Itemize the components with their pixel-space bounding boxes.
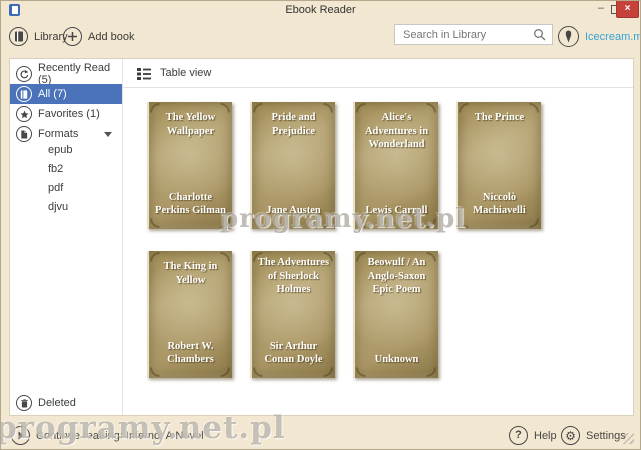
- book-author: Sir Arthur Conan Doyle: [255, 340, 332, 367]
- sidebar-item-label: All (7): [38, 88, 67, 100]
- recent-arrow-icon: [16, 66, 32, 82]
- table-view-label: Table view: [160, 67, 211, 79]
- book-title: The King in Yellow: [152, 260, 229, 287]
- sidebar-format-pdf[interactable]: pdf: [48, 178, 63, 197]
- add-book-button-label: Add book: [88, 31, 134, 43]
- trash-icon: [16, 395, 32, 411]
- table-view-icon: [137, 67, 151, 80]
- close-button[interactable]: ×: [616, 1, 639, 18]
- chevron-down-icon: [104, 132, 112, 137]
- book-author: Niccolò Machiavelli: [461, 191, 538, 218]
- book-cover[interactable]: The Adventures of Sherlock Holmes Sir Ar…: [250, 251, 335, 378]
- book-title: The Adventures of Sherlock Holmes: [255, 256, 332, 297]
- book-author: Unknown: [358, 353, 435, 367]
- book-grid: The Yellow Wallpaper Charlotte Perkins G…: [147, 102, 541, 378]
- add-book-button[interactable]: Add book: [63, 27, 134, 46]
- sidebar-item-all[interactable]: All (7): [10, 84, 122, 104]
- sidebar-item-favorites[interactable]: Favorites (1): [10, 104, 122, 124]
- book-cover[interactable]: The Yellow Wallpaper Charlotte Perkins G…: [147, 102, 232, 229]
- book-author: Charlotte Perkins Gilman: [152, 191, 229, 218]
- book-cover[interactable]: Pride and Prejudice Jane Austen: [250, 102, 335, 229]
- icecream-cone-icon: [558, 26, 579, 47]
- continue-reading-button[interactable]: Continue reading: Inferno: A Novel: [11, 426, 204, 445]
- minimize-button[interactable]: –: [595, 1, 607, 15]
- status-bar: Continue reading: Inferno: A Novel ? Hel…: [1, 417, 640, 450]
- sidebar-item-label: Formats: [38, 128, 78, 140]
- sidebar-item-recently-read[interactable]: Recently Read (5): [10, 64, 122, 84]
- book-cover[interactable]: Alice's Adventures in Wonderland Lewis C…: [353, 102, 438, 229]
- book-author: Jane Austen: [255, 204, 332, 218]
- star-icon: [16, 106, 32, 122]
- sidebar-item-deleted[interactable]: Deleted: [10, 393, 122, 413]
- library-book-icon: [9, 27, 28, 46]
- book-author: Lewis Carroll: [358, 204, 435, 218]
- sidebar-format-djvu[interactable]: djvu: [48, 197, 68, 216]
- search-box: [394, 24, 553, 45]
- title-bar: Ebook Reader – ×: [1, 1, 640, 19]
- icecream-me-link[interactable]: Icecream.me: [558, 26, 641, 47]
- plus-icon: [63, 27, 82, 46]
- book-cover[interactable]: The King in Yellow Robert W. Chambers: [147, 251, 232, 378]
- search-icon[interactable]: [533, 28, 546, 41]
- settings-label: Settings: [586, 430, 626, 442]
- icecream-me-label: Icecream.me: [585, 31, 641, 43]
- book-icon: [16, 86, 32, 102]
- book-title: The Yellow Wallpaper: [152, 111, 229, 138]
- sidebar-item-label: Deleted: [38, 397, 76, 409]
- sidebar-format-fb2[interactable]: fb2: [48, 159, 63, 178]
- book-title: The Prince: [461, 111, 538, 125]
- book-title: Beowulf / An Anglo-Saxon Epic Poem: [358, 256, 435, 297]
- settings-button[interactable]: ⚙ Settings: [561, 426, 626, 445]
- play-icon: [11, 426, 30, 445]
- sidebar: Recently Read (5) All (7) Favorites (1) …: [10, 59, 123, 415]
- help-label: Help: [534, 430, 557, 442]
- question-icon: ?: [509, 426, 528, 445]
- book-author: Robert W. Chambers: [152, 340, 229, 367]
- table-view-toggle[interactable]: Table view: [123, 59, 633, 88]
- book-title: Alice's Adventures in Wonderland: [358, 111, 435, 152]
- file-icon: [16, 126, 32, 142]
- app-window: Ebook Reader – × Library Add book: [0, 0, 641, 450]
- book-cover[interactable]: Beowulf / An Anglo-Saxon Epic Poem Unkno…: [353, 251, 438, 378]
- sidebar-item-label: Recently Read (5): [38, 62, 122, 86]
- sidebar-item-label: Favorites (1): [38, 108, 100, 120]
- window-title: Ebook Reader: [1, 4, 640, 16]
- toolbar: Library Add book Icecream.me: [1, 19, 640, 57]
- resize-grip-icon[interactable]: [623, 433, 634, 444]
- content-panel: Recently Read (5) All (7) Favorites (1) …: [9, 58, 634, 416]
- book-title: Pride and Prejudice: [255, 111, 332, 138]
- search-input[interactable]: [395, 29, 533, 41]
- help-button[interactable]: ? Help: [509, 426, 557, 445]
- sidebar-format-epub[interactable]: epub: [48, 140, 72, 159]
- library-button[interactable]: Library: [9, 27, 68, 46]
- gear-icon: ⚙: [561, 426, 580, 445]
- continue-reading-label: Continue reading: Inferno: A Novel: [36, 430, 204, 442]
- book-cover[interactable]: The Prince Niccolò Machiavelli: [456, 102, 541, 229]
